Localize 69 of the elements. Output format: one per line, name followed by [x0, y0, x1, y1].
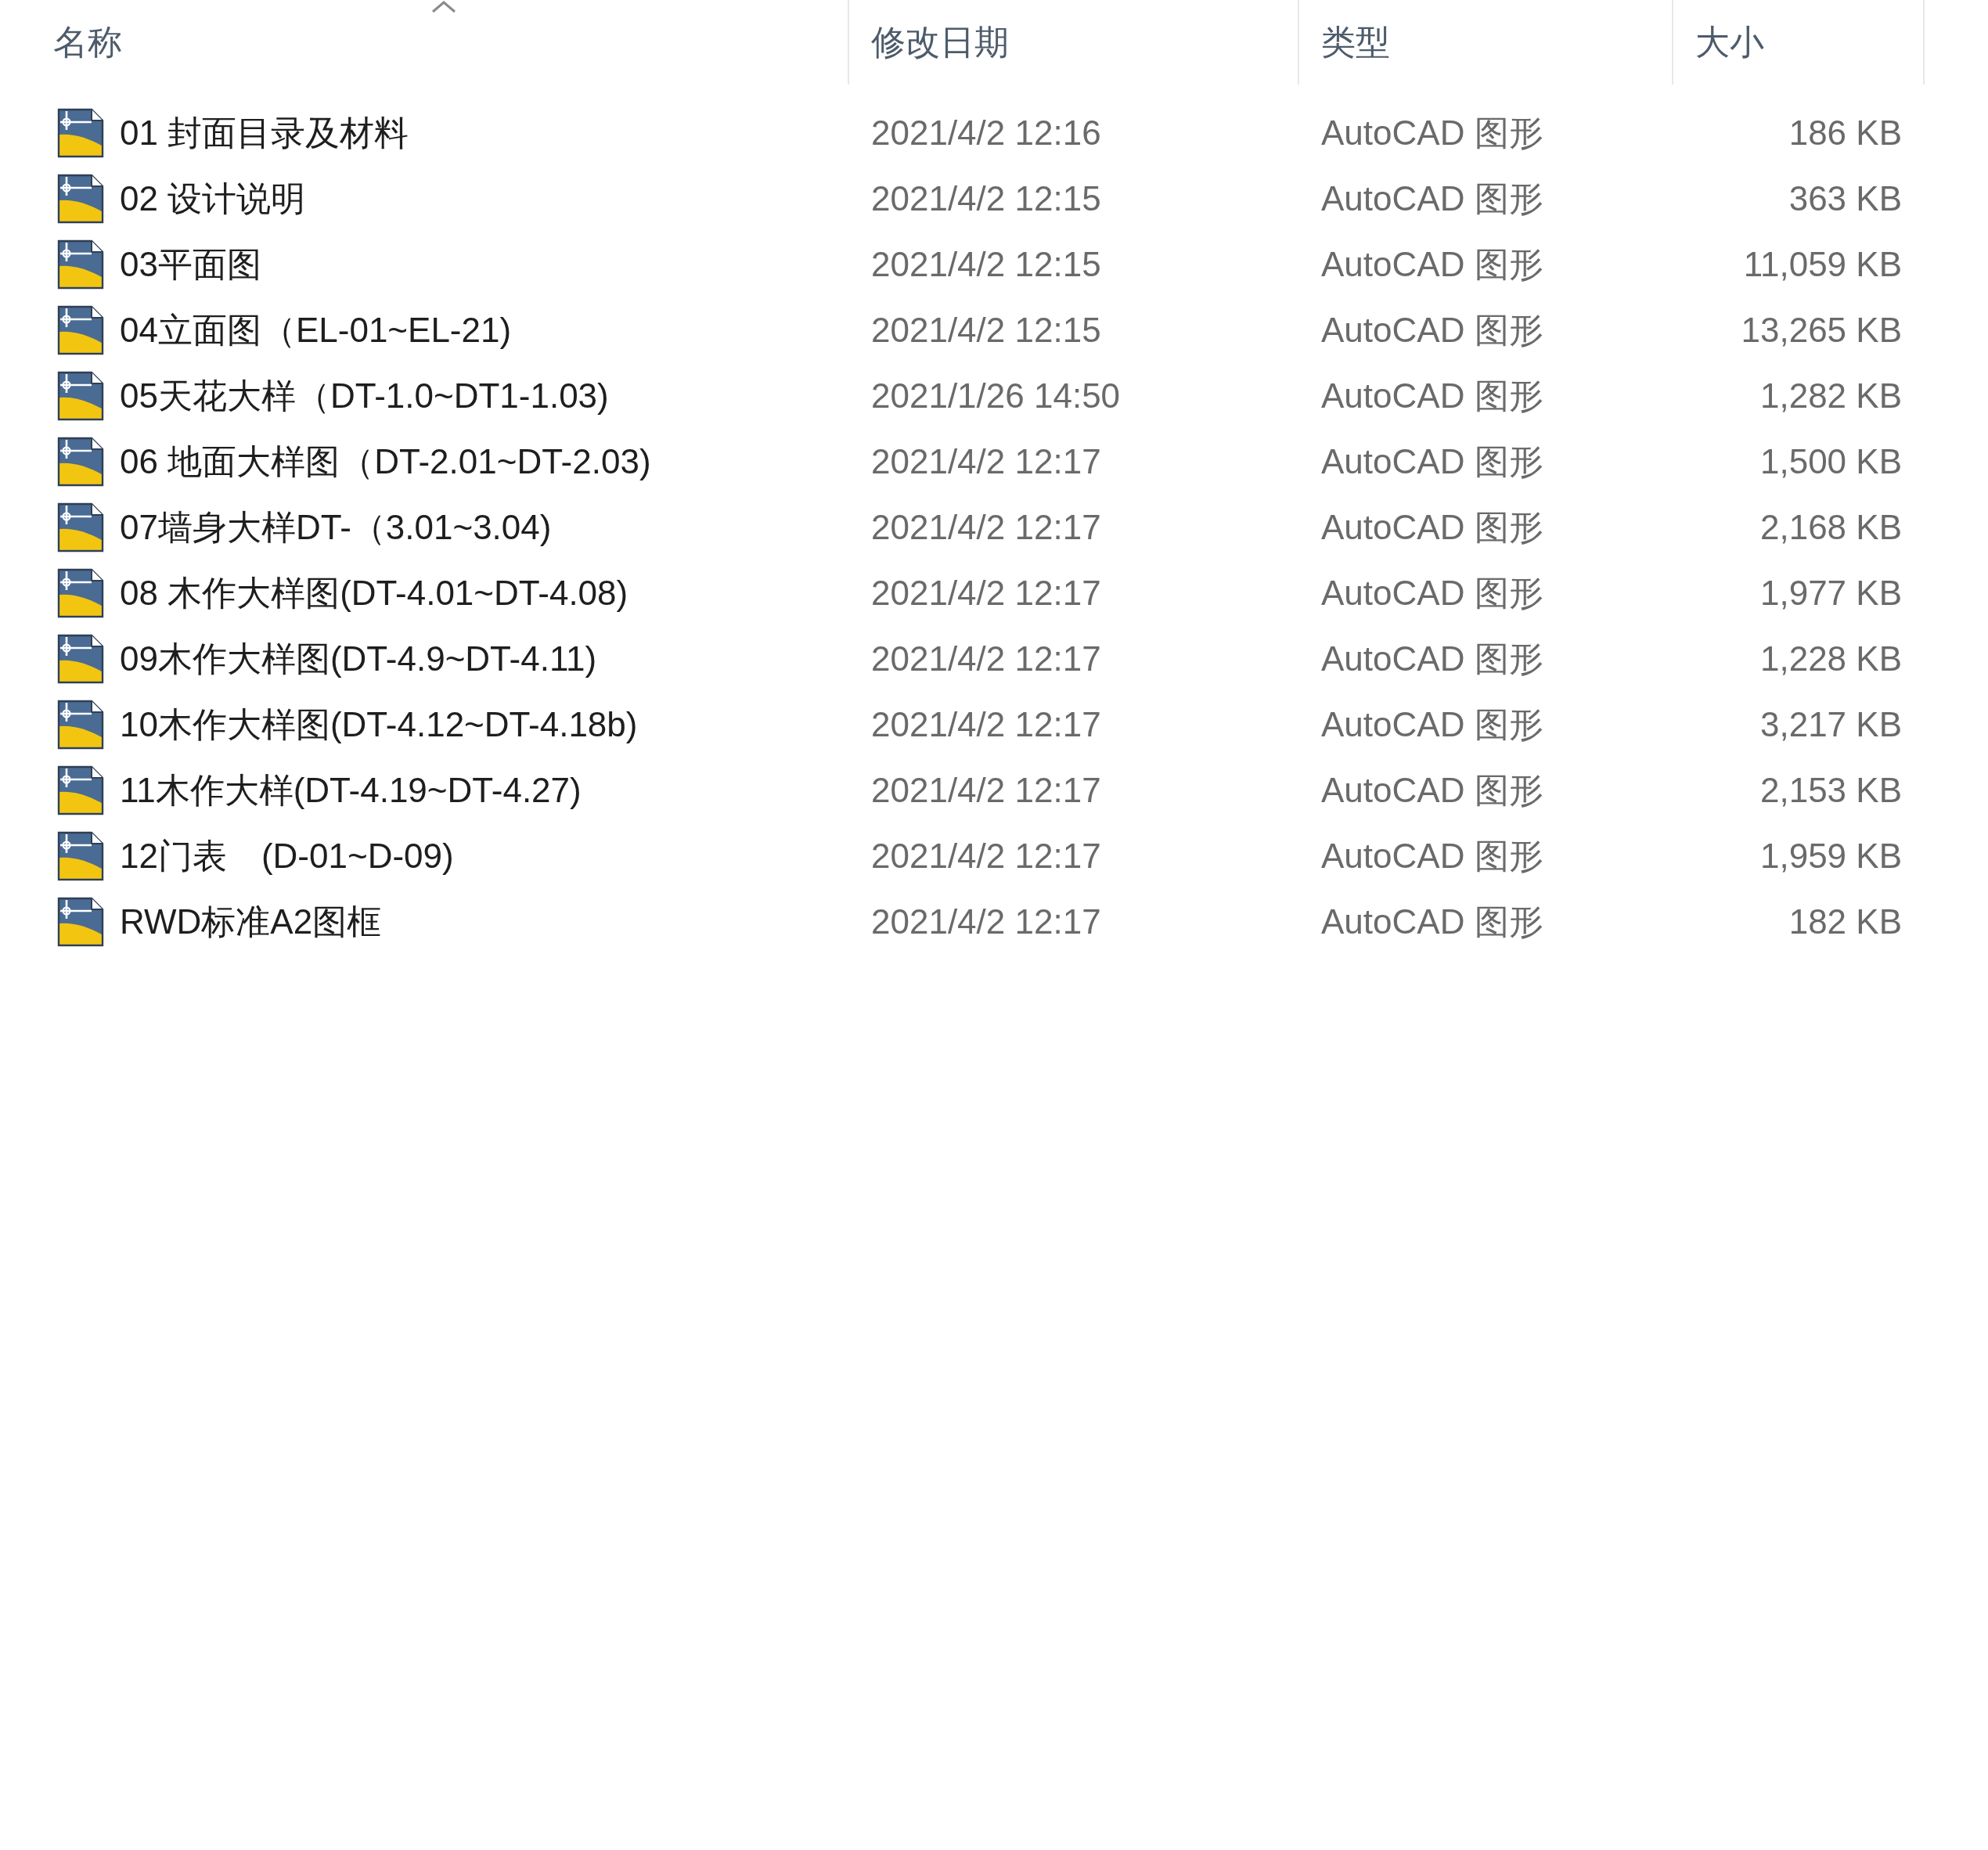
- column-header[interactable]: 名称: [0, 0, 849, 85]
- file-name[interactable]: 04立面图（EL-01~EL-21): [120, 307, 512, 354]
- file-type: AutoCAD 图形: [1320, 704, 1544, 745]
- file-type: AutoCAD 图形: [1320, 638, 1544, 679]
- file-type: AutoCAD 图形: [1320, 178, 1544, 219]
- drawing-file-icon: [57, 897, 104, 947]
- modified-date: 2021/4/2 12:17: [870, 508, 1102, 547]
- file-name[interactable]: 02 设计说明: [120, 175, 306, 222]
- file-size: 182 KB: [1788, 902, 1902, 941]
- file-type: AutoCAD 图形: [1320, 112, 1544, 153]
- file-name[interactable]: 08 木作大样图(DT-4.01~DT-4.08): [120, 570, 628, 617]
- file-type: AutoCAD 图形: [1320, 309, 1544, 351]
- modified-date: 2021/4/2 12:15: [870, 179, 1102, 218]
- file-type: AutoCAD 图形: [1320, 506, 1544, 548]
- modified-date: 2021/4/2 12:16: [870, 113, 1102, 153]
- file-size: 2,168 KB: [1759, 508, 1902, 547]
- file-name[interactable]: 11木作大样(DT-4.19~DT-4.27): [120, 767, 582, 814]
- modified-date: 2021/4/2 12:17: [870, 771, 1102, 810]
- file-name[interactable]: 10木作大样图(DT-4.12~DT-4.18b): [120, 701, 638, 748]
- modified-date: 2021/4/2 12:15: [870, 311, 1102, 350]
- drawing-file-icon: [57, 371, 104, 421]
- file-name[interactable]: 09木作大样图(DT-4.9~DT-4.11): [120, 635, 597, 682]
- drawing-file-icon: [57, 634, 104, 684]
- file-size: 363 KB: [1788, 179, 1902, 218]
- drawing-file-icon: [57, 568, 104, 618]
- column-header[interactable]: 类型: [1299, 0, 1673, 85]
- file-size: 1,959 KB: [1759, 837, 1902, 876]
- file-name[interactable]: 01 封面目录及材料: [120, 110, 409, 157]
- column-header[interactable]: 修改日期: [849, 0, 1299, 85]
- file-size: 11,059 KB: [1742, 245, 1902, 284]
- file-type: AutoCAD 图形: [1320, 901, 1544, 942]
- modified-date: 2021/4/2 12:17: [870, 639, 1102, 678]
- file-size: 1,500 KB: [1759, 442, 1902, 481]
- file-type: AutoCAD 图形: [1320, 375, 1544, 416]
- drawing-file-icon: [57, 700, 104, 750]
- drawing-file-icon: [57, 831, 104, 881]
- file-type: AutoCAD 图形: [1320, 572, 1544, 614]
- drawing-file-icon: [57, 305, 104, 355]
- drawing-file-icon: [57, 108, 104, 158]
- file-size: 13,265 KB: [1740, 311, 1902, 350]
- file-size: 1,977 KB: [1759, 574, 1902, 613]
- file-name[interactable]: 12门表 (D-01~D-09): [120, 833, 454, 880]
- modified-date: 2021/4/2 12:15: [870, 245, 1102, 284]
- file-size: 2,153 KB: [1759, 771, 1902, 810]
- file-size: 1,228 KB: [1759, 639, 1902, 678]
- file-name[interactable]: RWD标准A2图框: [120, 898, 382, 945]
- file-type: AutoCAD 图形: [1320, 243, 1544, 285]
- column-header[interactable]: 大小: [1673, 0, 1925, 85]
- file-type: AutoCAD 图形: [1320, 769, 1544, 811]
- file-type: AutoCAD 图形: [1320, 835, 1544, 876]
- modified-date: 2021/4/2 12:17: [870, 442, 1102, 481]
- drawing-file-icon: [57, 239, 104, 290]
- file-size: 3,217 KB: [1759, 705, 1902, 744]
- modified-date: 2021/4/2 12:17: [870, 837, 1102, 876]
- modified-date: 2021/4/2 12:17: [870, 705, 1102, 744]
- file-name[interactable]: 06 地面大样图（DT-2.01~DT-2.03): [120, 438, 651, 485]
- file-type: AutoCAD 图形: [1320, 441, 1544, 482]
- file-name[interactable]: 05天花大样（DT-1.0~DT1-1.03): [120, 373, 609, 419]
- drawing-file-icon: [57, 502, 104, 552]
- drawing-file-icon: [57, 174, 104, 224]
- file-name[interactable]: 03平面图: [120, 241, 261, 288]
- modified-date: 2021/1/26 14:50: [870, 376, 1122, 416]
- drawing-file-icon: [57, 437, 104, 487]
- file-size: 186 KB: [1788, 113, 1902, 153]
- file-size: 1,282 KB: [1759, 376, 1902, 416]
- file-name[interactable]: 07墙身大样DT-（3.01~3.04): [120, 504, 552, 551]
- drawing-file-icon: [57, 765, 104, 815]
- modified-date: 2021/4/2 12:17: [870, 574, 1102, 613]
- modified-date: 2021/4/2 12:17: [870, 902, 1102, 941]
